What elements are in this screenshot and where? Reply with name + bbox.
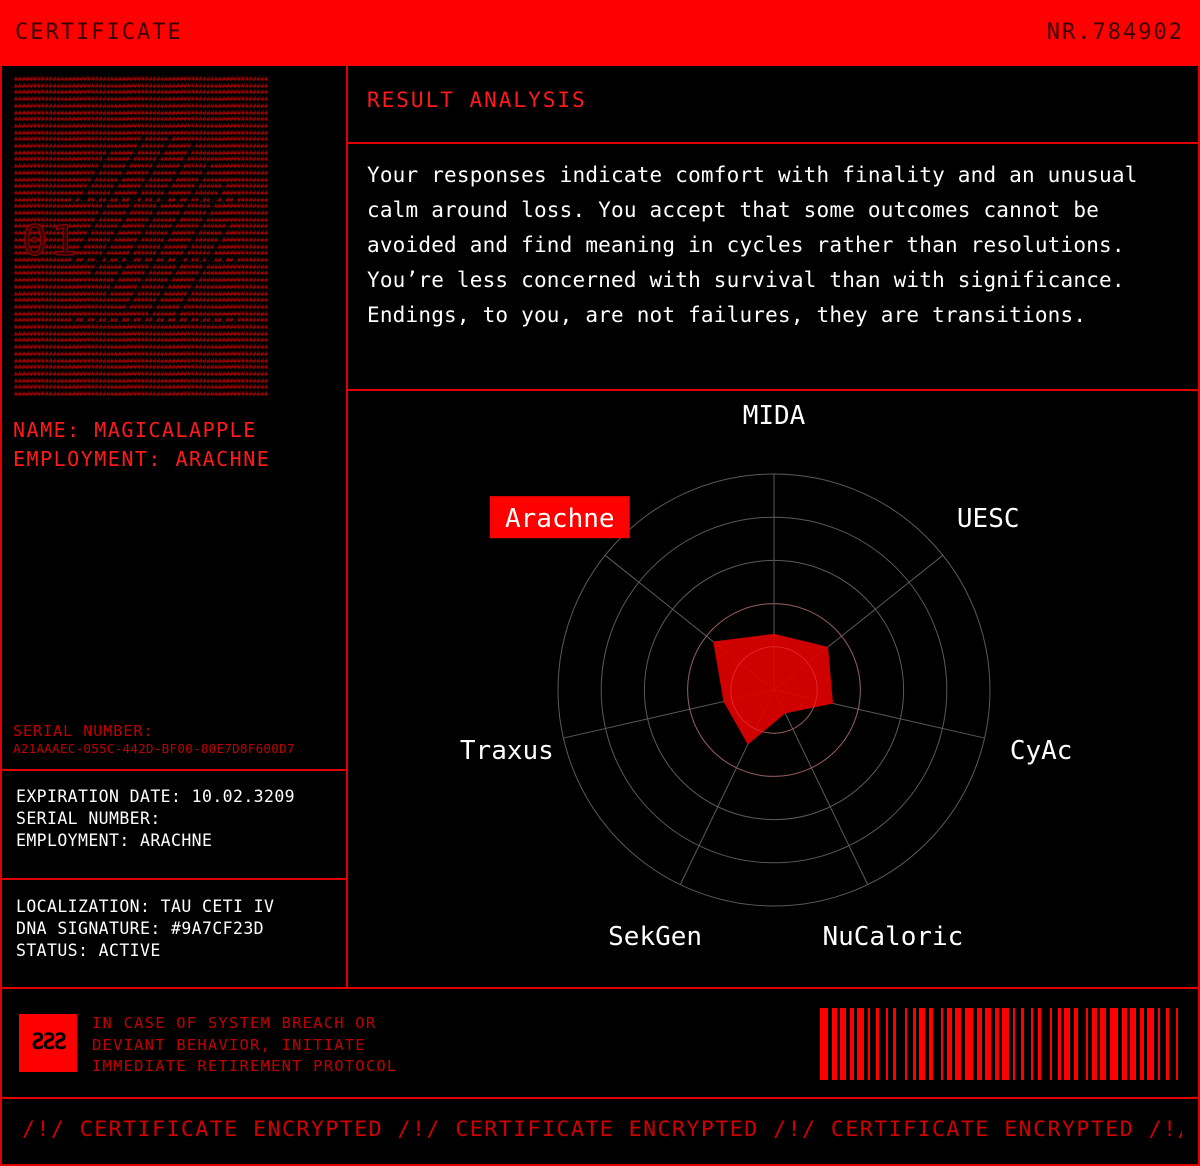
barcode-bar <box>1013 1008 1015 1080</box>
barcode-bar <box>1038 1008 1041 1080</box>
barcode-bar <box>1086 1008 1088 1080</box>
radar-axis-label-nucaloric: NuCaloric <box>822 922 963 952</box>
radar-axis-label-uesc: UESC <box>957 504 1020 534</box>
certificate-number: NR.784902 <box>1046 20 1184 45</box>
barcode-bar <box>1074 1008 1078 1080</box>
barcode-bar <box>995 1008 999 1080</box>
barcode-bar <box>840 1008 846 1080</box>
left-column-divider <box>346 66 348 988</box>
barcode-bar <box>941 1008 943 1080</box>
details-block: EXPIRATION DATE: 10.02.3209 SERIAL NUMBE… <box>16 786 295 852</box>
radar-chart: MIDA UESC CyAc NuCaloric SekGen Traxus Arachne <box>460 401 1073 952</box>
barcode-bar <box>868 1008 870 1080</box>
barcode-bar <box>1110 1008 1118 1080</box>
barcode-bar <box>977 1008 982 1080</box>
barcode-bar <box>913 1008 916 1080</box>
barcode-bar <box>1031 1008 1033 1080</box>
barcode-bar <box>850 1008 854 1080</box>
radar-spoke <box>773 689 869 885</box>
barcode-bar <box>919 1008 925 1080</box>
barcode-bar <box>857 1008 864 1080</box>
barcode-bar <box>929 1008 933 1080</box>
radar-axis-label-mida: MIDA <box>743 401 806 431</box>
barcode-bar <box>1064 1008 1070 1080</box>
serial-number-value: A21AAAEC-055C-442D-BF00-80E7D8F600D7 <box>13 741 295 756</box>
barcode-bar <box>820 1008 828 1080</box>
divider-title <box>348 142 1200 144</box>
employment-line: EMPLOYMENT: ARACHNE <box>13 447 271 471</box>
barcode-bar <box>893 1008 896 1080</box>
dna-signature: DNA SIGNATURE: #9A7CF23D <box>16 919 265 938</box>
barcode-bar <box>876 1008 879 1080</box>
result-analysis-title: RESULT ANALYSIS <box>367 88 587 112</box>
barcode-bar <box>1050 1008 1052 1080</box>
result-analysis-text: Your responses indicate comfort with fin… <box>367 163 1138 327</box>
barcode-bar <box>1140 1008 1144 1080</box>
warning-line-2: DEVIANT BEHAVIOR, INITIATE <box>92 1035 366 1054</box>
radar-axis-label-cyac: CyAc <box>1010 736 1073 766</box>
divider-left-details <box>0 878 348 880</box>
barcode <box>820 1008 1178 1080</box>
barcode-bar <box>1021 1008 1024 1080</box>
barcode-bar <box>947 1008 952 1080</box>
portrait-badge-icon: 01 <box>22 216 81 266</box>
barcode-bar <box>1147 1008 1154 1080</box>
barcode-bar <box>1166 1008 1169 1080</box>
barcode-bar <box>1158 1008 1160 1080</box>
details-serial: SERIAL NUMBER: <box>16 809 161 828</box>
ascii-portrait: ########################################… <box>14 76 334 398</box>
radar-axis-label-traxus: Traxus <box>460 736 554 766</box>
localization: LOCALIZATION: TAU CETI IV <box>16 897 275 916</box>
barcode-bar <box>1002 1008 1009 1080</box>
identity-block: NAME: MAGICALAPPLE EMPLOYMENT: ARACHNE <box>13 416 270 474</box>
barcode-bar <box>985 1008 991 1080</box>
details-employment: EMPLOYMENT: ARACHNE <box>16 831 213 850</box>
warning-text: IN CASE OF SYSTEM BREACH OR DEVIANT BEHA… <box>92 1013 397 1078</box>
radar-axis-label-sekgen: SekGen <box>608 922 702 952</box>
barcode-bar <box>1092 1008 1097 1080</box>
divider-analysis <box>348 389 1200 391</box>
barcode-bar <box>886 1008 888 1080</box>
barcode-bar <box>1058 1008 1061 1080</box>
serial-number-label: SERIAL NUMBER: <box>13 722 154 740</box>
divider-left-serial <box>0 769 348 771</box>
name-line: NAME: MAGICALAPPLE <box>13 418 257 442</box>
divider-marquee <box>0 1097 1200 1099</box>
encrypted-marquee: /!/ CERTIFICATE ENCRYPTED /!/ CERTIFICAT… <box>22 1117 1182 1142</box>
radar-axis-label-arachne: Arachne <box>505 504 615 534</box>
barcode-bar <box>965 1008 973 1080</box>
warning-line-3: IMMEDIATE RETIREMENT PROTOCOL <box>92 1057 398 1075</box>
barcode-bar <box>832 1008 837 1080</box>
warning-glyph-icon: ƧƧƧ <box>19 1014 77 1072</box>
warning-line-1: IN CASE OF SYSTEM BREACH OR <box>92 1014 377 1032</box>
status: STATUS: ACTIVE <box>16 941 161 960</box>
barcode-bar <box>955 1008 961 1080</box>
barcode-bar <box>905 1008 907 1080</box>
barcode-bar <box>1176 1008 1178 1080</box>
barcode-bar <box>1122 1008 1127 1080</box>
certificate-title: CERTIFICATE <box>15 20 183 45</box>
barcode-bar <box>1100 1008 1106 1080</box>
header-bar: CERTIFICATE NR.784902 <box>0 0 1200 66</box>
barcode-bar <box>1130 1008 1136 1080</box>
expiration-date: EXPIRATION DATE: 10.02.3209 <box>16 787 296 806</box>
location-block: LOCALIZATION: TAU CETI IV DNA SIGNATURE:… <box>16 896 274 962</box>
